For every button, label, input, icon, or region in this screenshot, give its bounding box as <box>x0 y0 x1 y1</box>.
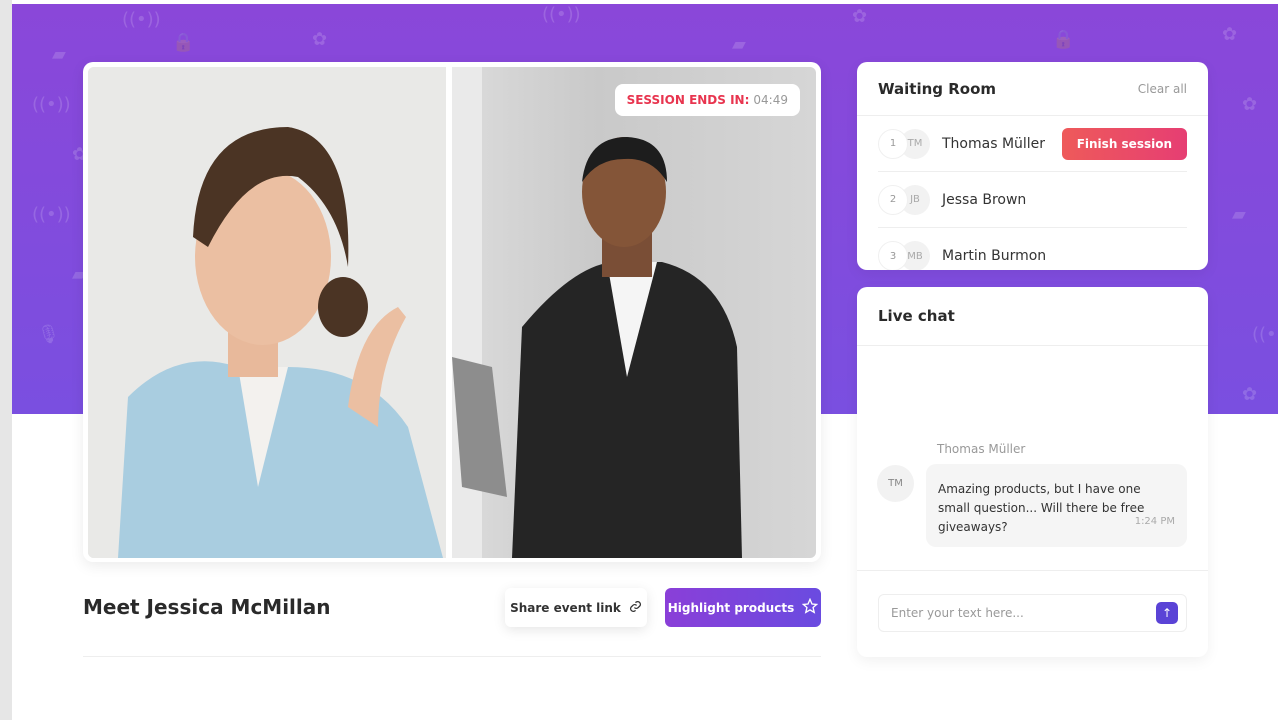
guest-video <box>452 67 816 558</box>
share-label: Share event link <box>510 600 621 615</box>
avatar: TM <box>877 465 914 502</box>
waiting-room-title: Waiting Room <box>878 79 997 98</box>
chat-input[interactable] <box>891 606 1156 620</box>
host-video <box>88 67 446 558</box>
live-chat-title: Live chat <box>878 307 955 325</box>
highlight-label: Highlight products <box>667 600 795 615</box>
chat-input-box: ↑ <box>878 594 1187 632</box>
link-icon <box>629 600 642 616</box>
page-title: Meet Jessica McMillan <box>83 595 331 619</box>
timer-label: SESSION ENDS IN: <box>626 93 750 107</box>
participant-name: Martin Burmon <box>942 248 1047 264</box>
timer-value: 04:49 <box>753 93 788 107</box>
live-chat-panel: Live chat Thomas Müller TM Amazing produ… <box>857 287 1208 657</box>
message-time: 1:24 PM <box>1134 516 1175 527</box>
queue-number: 2 <box>878 184 908 215</box>
queue-number: 3 <box>878 241 908 270</box>
arrow-up-icon[interactable]: ↑ <box>1156 602 1178 624</box>
share-event-link-button[interactable]: Share event link <box>505 588 647 627</box>
session-timer: SESSION ENDS IN: 04:49 <box>614 84 800 116</box>
message-sender: Thomas Müller <box>937 442 1026 456</box>
waiting-room-panel: Waiting Room Clear all 1 TM Thomas Mülle… <box>857 62 1208 270</box>
queue-number: 1 <box>878 128 908 159</box>
participant-name: Thomas Müller <box>942 135 1046 152</box>
finish-session-button[interactable]: Finish session <box>1061 127 1187 160</box>
divider <box>83 656 821 657</box>
message-text: Amazing products, but I have one small q… <box>938 482 1145 534</box>
waiting-list-item: 1 TM Thomas Müller Finish session <box>878 116 1187 172</box>
video-panel: SESSION ENDS IN: 04:49 <box>83 62 821 562</box>
divider <box>857 570 1208 571</box>
left-edge <box>0 0 12 720</box>
participant-name: Jessa Brown <box>942 191 1027 208</box>
clear-all-button[interactable]: Clear all <box>1138 82 1187 96</box>
chat-message: Amazing products, but I have one small q… <box>926 464 1187 547</box>
highlight-products-button[interactable]: Highlight products <box>665 588 821 627</box>
star-icon <box>801 597 819 617</box>
waiting-list-item: 2 JB Jessa Brown <box>878 172 1187 228</box>
waiting-list-item: 3 MB Martin Burmon <box>878 228 1187 270</box>
